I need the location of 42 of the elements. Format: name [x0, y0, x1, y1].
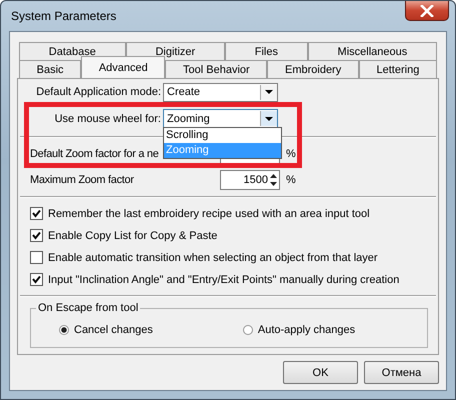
window-title: System Parameters — [10, 9, 116, 23]
radio-label: Auto-apply changes — [258, 324, 356, 336]
field-label: Default Application mode: — [35, 86, 162, 98]
checkbox-label: Enable Copy List for Copy & Paste — [48, 230, 218, 242]
caret-icon — [265, 116, 273, 120]
tab[interactable]: Embroidery — [267, 60, 359, 78]
tab[interactable]: Digitizer — [126, 42, 225, 60]
check-icon — [32, 209, 41, 218]
checkbox[interactable] — [30, 207, 43, 220]
tab[interactable]: Basic — [19, 60, 82, 78]
radio-label: Cancel changes — [74, 324, 153, 336]
dropdown-field[interactable]: Create — [163, 82, 278, 102]
dropdown-option[interactable]: Scrolling — [164, 128, 281, 143]
field-label: Use mouse wheel for: — [54, 112, 162, 124]
unit-label: % — [286, 174, 297, 186]
checkbox-label: Remember the last embroidery recipe used with an area input tool — [48, 208, 370, 220]
close-icon — [420, 4, 434, 16]
dialog-button[interactable]: Отмена — [364, 361, 439, 384]
tab[interactable]: Files — [224, 42, 308, 60]
field-label: Maximum Zoom factor — [30, 174, 134, 186]
group-title: On Escape from tool — [36, 302, 140, 314]
tab[interactable]: Miscellaneous — [308, 42, 438, 60]
unit-label: % — [286, 148, 297, 160]
tab[interactable]: Tool Behavior — [165, 60, 268, 78]
checkbox[interactable] — [30, 229, 43, 242]
caret-icon — [265, 90, 273, 94]
checkbox[interactable] — [30, 251, 43, 264]
check-icon — [32, 231, 41, 240]
checkbox[interactable] — [30, 273, 43, 286]
field-label: Default Zoom factor for a ne — [30, 148, 159, 160]
check-icon — [32, 275, 41, 284]
checkbox-label: Input "Inclination Angle" and "Entry/Exit Points" manually during creation — [48, 274, 400, 286]
spin-field[interactable]: 1500 — [220, 170, 280, 190]
checkbox-label: Enable automatic transition when selecting an object from that layer — [48, 252, 378, 264]
tab[interactable]: Database — [19, 42, 126, 60]
radio-button[interactable] — [242, 325, 253, 335]
close-button[interactable] — [405, 1, 449, 21]
dialog-button[interactable]: OK — [283, 361, 358, 384]
tab[interactable]: Lettering — [358, 60, 437, 78]
radio-button[interactable] — [59, 325, 69, 335]
spinner-arrows-icon — [270, 174, 277, 186]
tab[interactable]: Advanced — [81, 56, 166, 78]
